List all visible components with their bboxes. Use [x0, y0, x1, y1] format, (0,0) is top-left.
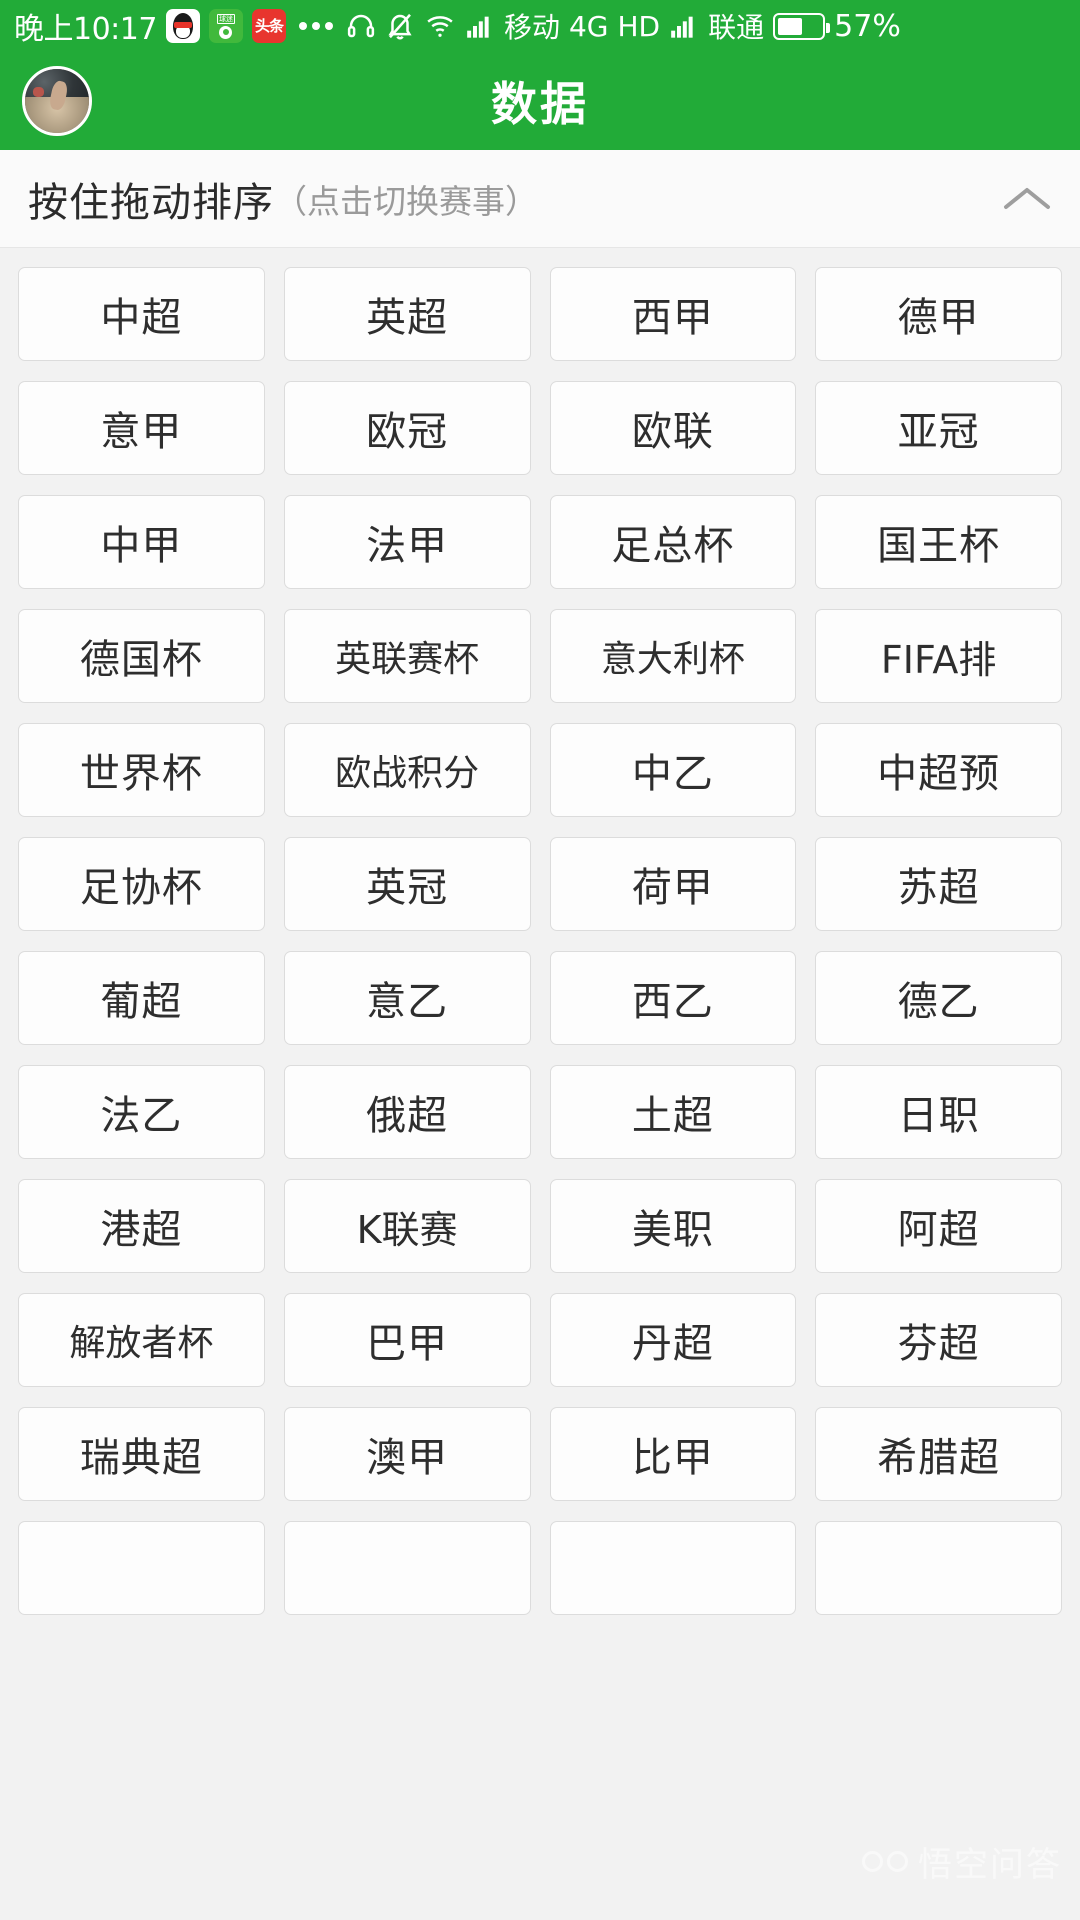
- league-cell-苏超[interactable]: 苏超: [815, 837, 1062, 931]
- network-type-label: 4G: [568, 9, 609, 43]
- league-cell-美职[interactable]: 美职: [549, 1179, 797, 1273]
- league-cell-欧战积分[interactable]: 欧战积分: [283, 723, 531, 817]
- league-cell-港超[interactable]: 港超: [18, 1179, 265, 1273]
- league-cell-中乙[interactable]: 中乙: [549, 723, 797, 817]
- title-bar: 数据: [0, 52, 1080, 150]
- status-bar: 晚上10:17 球迷 头条 移动 4G HD 联通 57%: [0, 0, 1080, 52]
- league-cell-日职[interactable]: 日职: [815, 1065, 1062, 1159]
- battery-icon: [773, 12, 831, 40]
- league-cell-K联赛[interactable]: K联赛: [283, 1179, 531, 1273]
- league-cell-世界杯[interactable]: 世界杯: [18, 723, 265, 817]
- league-cell-德甲[interactable]: 德甲: [815, 267, 1062, 361]
- league-cell-亚冠[interactable]: 亚冠: [815, 381, 1062, 475]
- league-cell-足协杯[interactable]: 足协杯: [18, 837, 265, 931]
- overflow-dots-icon: [298, 22, 333, 30]
- league-cell-巴甲[interactable]: 巴甲: [283, 1293, 531, 1387]
- qq-icon: [165, 9, 200, 43]
- league-cell-法乙[interactable]: 法乙: [18, 1065, 265, 1159]
- league-grid-container: 中超 英超 西甲 德甲意甲 欧冠 欧联 亚冠中甲 法甲 足总杯 国王杯德国杯 英联赛杯 意大利杯 FIF…: [0, 248, 1080, 1920]
- watermark: 悟空问答: [862, 1837, 1062, 1886]
- watermark-text: 悟空问答: [918, 1845, 1062, 1885]
- league-cell-丹超[interactable]: 丹超: [549, 1293, 797, 1387]
- league-cell-empty[interactable]: [815, 1521, 1062, 1615]
- signal-icon: [465, 12, 495, 40]
- league-cell-欧冠[interactable]: 欧冠: [283, 381, 531, 475]
- league-cell-empty[interactable]: [18, 1521, 265, 1615]
- carrier-2-label: 联通: [708, 11, 765, 44]
- carrier-1-label: 移动: [503, 11, 560, 44]
- app-root: 晚上10:17 球迷 头条 移动 4G HD 联通 57% 数据 按住拖动排序 …: [0, 0, 1080, 1920]
- wukong-logo-icon: [862, 1847, 908, 1877]
- signal-icon-2: [669, 12, 699, 40]
- league-cell-英冠[interactable]: 英冠: [283, 837, 531, 931]
- league-cell-国王杯[interactable]: 国王杯: [815, 495, 1062, 589]
- chevron-up-icon[interactable]: [1000, 172, 1054, 226]
- league-cell-俄超[interactable]: 俄超: [283, 1065, 531, 1159]
- league-cell-土超[interactable]: 土超: [549, 1065, 797, 1159]
- league-cell-澳甲[interactable]: 澳甲: [283, 1407, 531, 1501]
- league-cell-意乙[interactable]: 意乙: [283, 951, 531, 1045]
- page-title: 数据: [491, 77, 589, 131]
- league-cell-empty[interactable]: [283, 1521, 531, 1615]
- league-cell-法甲[interactable]: 法甲: [283, 495, 531, 589]
- sports-app-icon: 球迷: [208, 9, 243, 43]
- league-cell-中甲[interactable]: 中甲: [18, 495, 265, 589]
- league-cell-英联赛杯[interactable]: 英联赛杯: [283, 609, 531, 703]
- league-cell-解放者杯[interactable]: 解放者杯: [18, 1293, 265, 1387]
- toutiao-icon: 头条: [251, 9, 286, 43]
- league-cell-芬超[interactable]: 芬超: [815, 1293, 1062, 1387]
- status-time: 晚上10:17: [14, 12, 157, 47]
- league-cell-FIFA排[interactable]: FIFA排: [815, 609, 1062, 703]
- battery-percent-label: 57%: [834, 8, 901, 44]
- league-cell-中超预[interactable]: 中超预: [815, 723, 1062, 817]
- sort-hint-bar[interactable]: 按住拖动排序 （点击切换赛事）: [0, 150, 1080, 248]
- league-cell-empty[interactable]: [549, 1521, 797, 1615]
- league-cell-英超[interactable]: 英超: [283, 267, 531, 361]
- league-cell-希腊超[interactable]: 希腊超: [815, 1407, 1062, 1501]
- bell-muted-icon: [385, 11, 415, 41]
- league-cell-中超[interactable]: 中超: [18, 267, 265, 361]
- league-cell-荷甲[interactable]: 荷甲: [549, 837, 797, 931]
- league-cell-意甲[interactable]: 意甲: [18, 381, 265, 475]
- sort-hint-main: 按住拖动排序: [28, 179, 274, 226]
- league-cell-阿超[interactable]: 阿超: [815, 1179, 1062, 1273]
- hd-label: HD: [617, 9, 661, 43]
- league-grid: 中超 英超 西甲 德甲意甲 欧冠 欧联 亚冠中甲 法甲 足总杯 国王杯德国杯 英联赛杯 意大利杯 FIF…: [18, 267, 1062, 1615]
- league-cell-比甲[interactable]: 比甲: [549, 1407, 797, 1501]
- sort-hint-sub: （点击切换赛事）: [274, 181, 538, 221]
- wifi-icon: [424, 11, 456, 41]
- league-cell-葡超[interactable]: 葡超: [18, 951, 265, 1045]
- headset-icon: [346, 11, 376, 41]
- league-cell-西乙[interactable]: 西乙: [549, 951, 797, 1045]
- league-cell-足总杯[interactable]: 足总杯: [549, 495, 797, 589]
- league-cell-意大利杯[interactable]: 意大利杯: [549, 609, 797, 703]
- league-cell-瑞典超[interactable]: 瑞典超: [18, 1407, 265, 1501]
- league-cell-西甲[interactable]: 西甲: [549, 267, 797, 361]
- league-cell-德乙[interactable]: 德乙: [815, 951, 1062, 1045]
- league-cell-德国杯[interactable]: 德国杯: [18, 609, 265, 703]
- league-cell-欧联[interactable]: 欧联: [549, 381, 797, 475]
